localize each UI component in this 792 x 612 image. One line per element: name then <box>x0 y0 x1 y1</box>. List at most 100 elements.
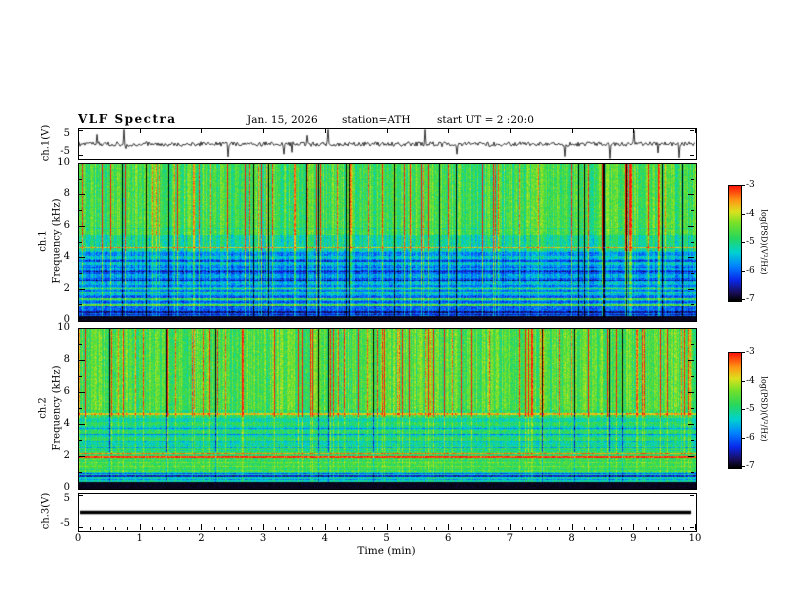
freq-minor-tick <box>79 344 82 345</box>
freq-tick-label: 10 <box>57 157 70 168</box>
x-minor-tick <box>176 527 178 530</box>
volt-tick-label: -5 <box>60 518 70 529</box>
x-tick-label: 4 <box>321 533 328 544</box>
x-tick <box>633 524 635 530</box>
freq-tick <box>79 225 85 227</box>
freq-tick <box>688 456 694 457</box>
x-tick <box>571 524 573 530</box>
freq-tick-label: 6 <box>63 219 70 231</box>
x-tick <box>695 129 696 133</box>
x-minor-tick <box>275 527 277 530</box>
colorbar-tick <box>742 185 745 186</box>
colorbar-tick <box>742 299 745 300</box>
x-tick-label: 3 <box>259 533 267 544</box>
x-minor-tick <box>435 527 437 530</box>
freq-minor-tick <box>79 440 82 441</box>
freq-tick-label: 10 <box>57 322 70 333</box>
x-tick <box>571 129 573 133</box>
freq-minor-tick <box>79 408 82 409</box>
volt-tick <box>79 130 83 131</box>
x-tick-label: 5 <box>383 533 390 544</box>
x-minor-tick <box>398 527 400 530</box>
x-tick <box>324 524 326 530</box>
freq-minor-tick <box>79 210 82 212</box>
x-minor-tick <box>287 527 289 530</box>
x-tick <box>509 129 511 133</box>
freq-minor-tick <box>79 472 82 473</box>
x-tick <box>263 129 265 133</box>
x-minor-tick <box>460 527 462 530</box>
colorbar-tick <box>742 213 745 215</box>
x-minor-tick <box>90 527 92 530</box>
freq-tick <box>688 288 694 290</box>
colorbar-tick-label: -5 <box>746 237 755 247</box>
colorbar-tick <box>742 270 745 272</box>
x-minor-tick <box>189 527 191 530</box>
plot-title: VLF Spectra <box>78 112 177 126</box>
x-minor-tick <box>472 527 474 530</box>
x-minor-tick <box>657 527 659 530</box>
freq-tick <box>79 257 85 259</box>
x-tick-label: 9 <box>630 533 637 544</box>
ch1-channel-label: ch.1 <box>37 230 49 252</box>
volt-tick <box>690 155 694 156</box>
freq-minor-tick <box>691 440 694 441</box>
volt-tick <box>690 495 694 496</box>
ch1-voltage-axis-label: ch.1(V) <box>40 124 52 162</box>
ch2-frequency-axis-label: Frequency (kHz) <box>51 365 63 451</box>
freq-minor-tick <box>79 304 82 306</box>
x-tick-label: 6 <box>445 533 452 544</box>
freq-minor-tick <box>79 241 82 243</box>
volt-tick <box>79 155 83 156</box>
ch2-spectrogram-panel <box>78 328 697 490</box>
x-tick <box>139 524 141 530</box>
x-tick <box>386 129 388 133</box>
freq-minor-tick <box>691 472 694 473</box>
x-minor-tick <box>682 527 684 530</box>
x-tick <box>633 129 635 133</box>
colorbar-tick-label: -6 <box>746 432 755 443</box>
freq-tick <box>688 360 694 361</box>
volt-tick-label: 5 <box>63 493 70 504</box>
plot-station: station=ATH <box>342 114 411 126</box>
x-tick-label: 1 <box>136 533 143 544</box>
x-minor-tick <box>349 527 351 530</box>
volt-tick <box>690 130 694 131</box>
colorbar-tick-label: -7 <box>746 461 755 471</box>
ch3-waveform-panel <box>78 493 697 532</box>
time-axis-label: Time (min) <box>357 545 416 557</box>
freq-minor-tick <box>691 210 694 212</box>
colorbar-ch2 <box>728 352 742 469</box>
x-minor-tick <box>559 527 561 530</box>
x-minor-tick <box>608 527 610 530</box>
x-minor-tick <box>361 527 363 530</box>
x-minor-tick <box>670 527 672 530</box>
volt-tick <box>79 527 83 528</box>
freq-tick <box>688 225 694 227</box>
x-tick <box>448 129 450 133</box>
colorbar-tick <box>742 466 745 467</box>
x-minor-tick <box>546 527 548 530</box>
freq-minor-tick <box>691 272 694 274</box>
plot-start-ut: start UT = 2 :20:0 <box>437 114 534 126</box>
x-minor-tick <box>423 527 425 530</box>
x-minor-tick <box>534 527 536 530</box>
freq-tick <box>79 456 85 457</box>
plot-date: Jan. 15, 2026 <box>247 114 318 126</box>
ch3-voltage-axis-label: ch.3(V) <box>40 492 52 530</box>
freq-tick-label: 8 <box>63 354 70 365</box>
freq-tick <box>79 194 85 196</box>
colorbar-tick-label: -5 <box>746 404 755 414</box>
x-minor-tick <box>127 527 129 530</box>
vlf-spectra-figure: VLF Spectra Jan. 15, 2026 station=ATH st… <box>0 0 792 612</box>
freq-minor-tick <box>79 178 82 180</box>
x-minor-tick <box>115 527 117 530</box>
colorbar-tick-label: -3 <box>746 347 755 357</box>
freq-minor-tick <box>79 376 82 377</box>
x-minor-tick <box>583 527 585 530</box>
ch2-channel-label: ch.2 <box>37 397 49 419</box>
volt-tick-label: -5 <box>60 146 70 157</box>
colorbar-ch1 <box>728 185 742 302</box>
freq-minor-tick <box>691 241 694 243</box>
freq-tick <box>79 392 85 393</box>
